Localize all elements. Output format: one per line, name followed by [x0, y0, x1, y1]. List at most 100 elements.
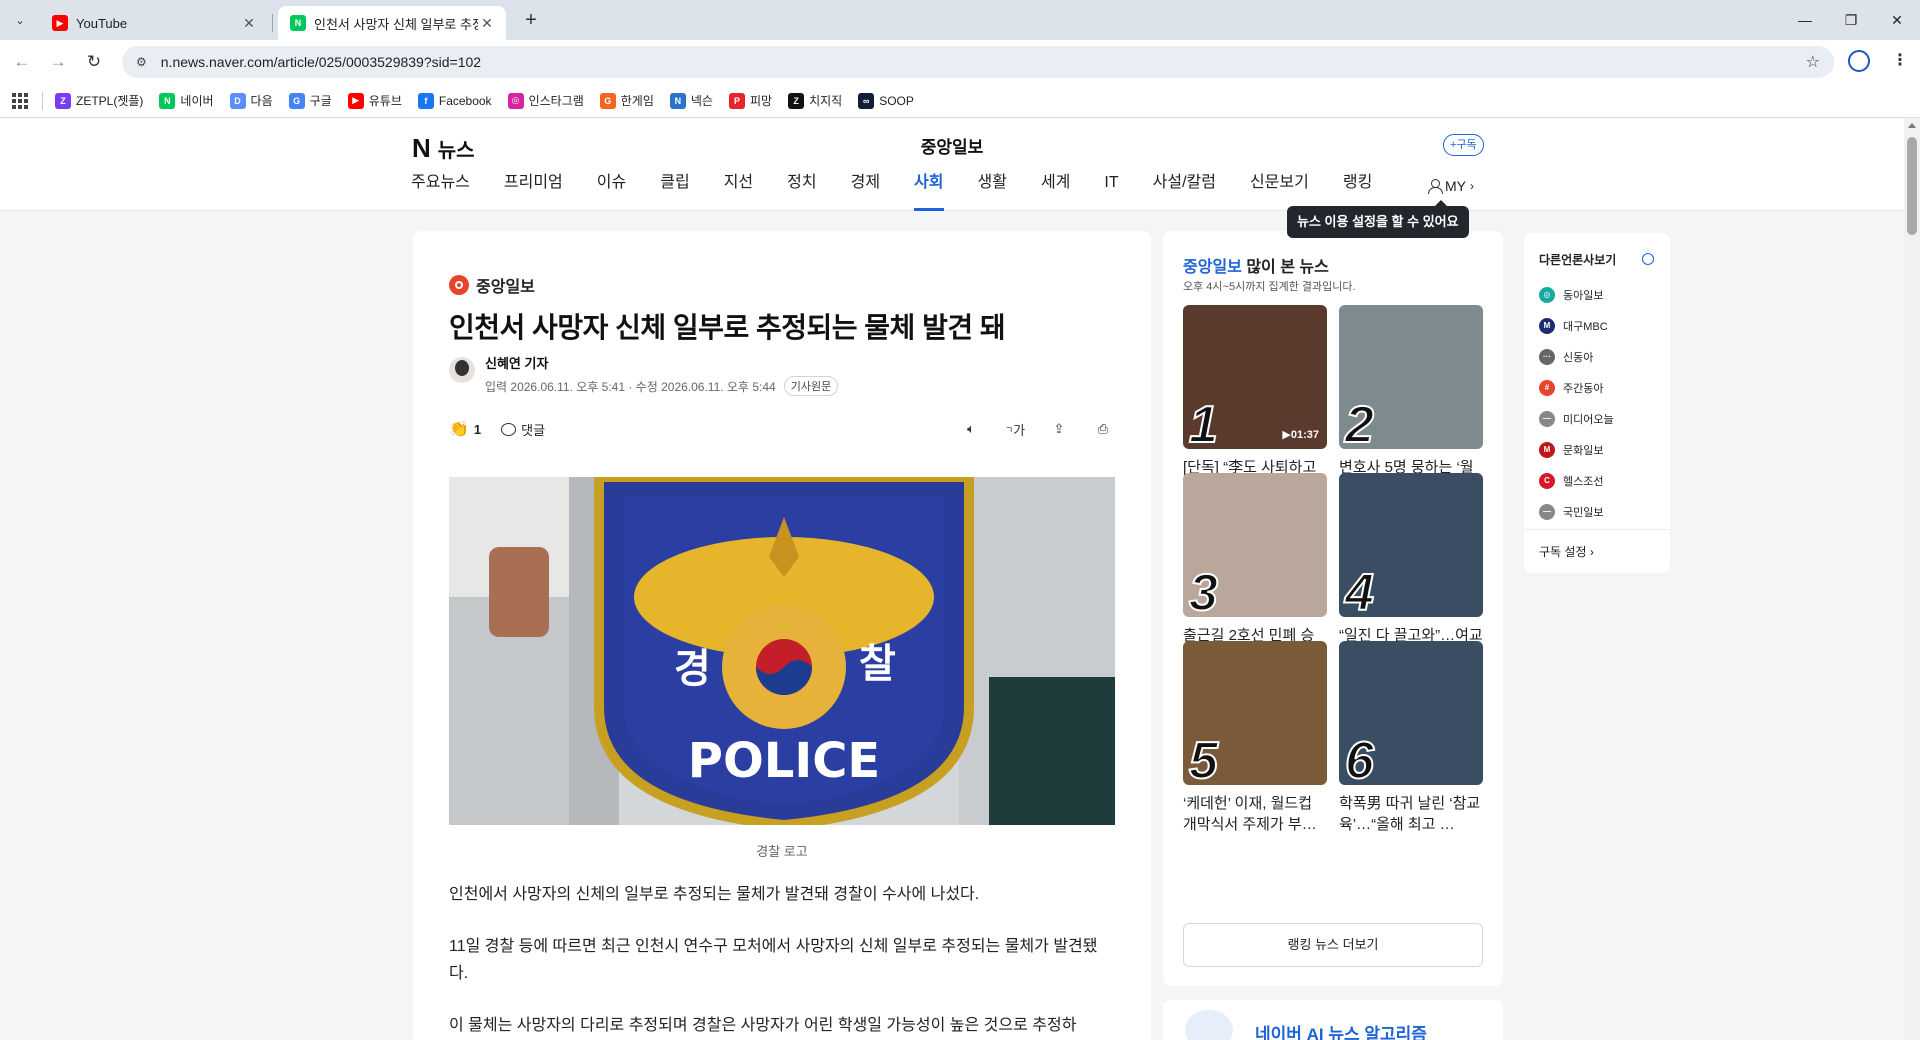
- minimize-button[interactable]: —: [1782, 0, 1828, 40]
- site-info-icon[interactable]: ⚙: [136, 55, 147, 69]
- nav-item[interactable]: 이슈: [597, 175, 626, 211]
- nav-item[interactable]: IT: [1104, 175, 1118, 211]
- ranking-thumbnail[interactable]: 3: [1183, 473, 1327, 617]
- byline: 신혜연 기자 입력 2026.06.11. 오후 5:41 · 수정 2026.…: [449, 353, 839, 396]
- other-press-item[interactable]: C 헬스조선: [1539, 465, 1614, 496]
- ranking-thumbnail[interactable]: 2: [1339, 305, 1483, 449]
- apps-grid-icon[interactable]: [12, 92, 28, 109]
- bookmark-item[interactable]: ▶ 유튜브: [347, 92, 402, 109]
- share-icon[interactable]: ⇪: [1047, 418, 1071, 440]
- print-icon[interactable]: ⎙: [1091, 418, 1115, 440]
- nav-item[interactable]: 프리미엄: [504, 175, 563, 211]
- tab-search-button[interactable]: ⌄: [8, 8, 32, 32]
- close-icon[interactable]: ✕: [240, 15, 258, 32]
- menu-icon[interactable]: ⋮: [1892, 50, 1908, 70]
- window-close-button[interactable]: ✕: [1874, 0, 1920, 40]
- ranking-title-rest: 많이 본 뉴스: [1241, 259, 1329, 276]
- nav-item[interactable]: 정치: [787, 175, 816, 211]
- nav-item[interactable]: 클립: [660, 175, 689, 211]
- ai-algorithm-banner[interactable]: 네이버 AI 뉴스 알고리즘: [1163, 1000, 1503, 1040]
- ranking-item[interactable]: 4“일진 다 끌고와”…여교사도 참교육한 엄…: [1339, 473, 1483, 667]
- page-scrollbar[interactable]: [1904, 119, 1920, 1040]
- press-logo-icon: C: [1539, 472, 1555, 489]
- profile-icon[interactable]: [1848, 50, 1870, 72]
- comment-button[interactable]: 댓글: [501, 420, 545, 439]
- naver-news-logo[interactable]: N 뉴스: [412, 133, 475, 164]
- nav-item[interactable]: 경제: [851, 175, 880, 211]
- photo-text-left: 경: [674, 646, 711, 692]
- back-button[interactable]: ←: [10, 50, 34, 74]
- bookmark-item[interactable]: G 구글: [288, 92, 332, 109]
- clap-icon: 👏: [449, 421, 469, 438]
- bookmark-item[interactable]: G 한게임: [599, 92, 654, 109]
- bookmark-label: 다음: [250, 94, 273, 108]
- ranking-headline[interactable]: ‘케데헌’ 이재, 월드컵 개막식서 주제가 부…: [1183, 793, 1327, 835]
- ranking-thumbnail[interactable]: 1 ▶01:37: [1183, 305, 1327, 449]
- ranking-item[interactable]: 3출근길 2호선 민폐 승객…바닥에 ‘벌러덩’…: [1183, 473, 1327, 667]
- nav-item[interactable]: 주요뉴스: [411, 175, 470, 211]
- other-press-name: 신동아: [1563, 351, 1594, 364]
- reload-button[interactable]: ↻: [82, 50, 106, 74]
- ranking-headline[interactable]: 학폭男 따귀 날린 ‘참교육’…“올해 최고 …: [1339, 793, 1483, 835]
- other-press-item[interactable]: ◎ 동아일보: [1539, 279, 1614, 310]
- ranking-item[interactable]: 1▶01:37[단독] “李도 사퇴하고 재선”…정청래 면…: [1183, 305, 1327, 499]
- press-link[interactable]: 중앙일보: [449, 273, 535, 297]
- reporter-avatar[interactable]: [449, 357, 475, 383]
- ranking-item[interactable]: 2변호사 5명 뭉하는 ‘월 100만원’ 일꾼에……: [1339, 305, 1483, 499]
- my-menu-button[interactable]: MY ›: [1428, 178, 1474, 194]
- nav-item[interactable]: 세계: [1041, 175, 1070, 211]
- other-press-item[interactable]: M 문화일보: [1539, 434, 1614, 465]
- forward-button[interactable]: →: [46, 50, 70, 74]
- scroll-thumb[interactable]: [1907, 137, 1917, 235]
- original-article-button[interactable]: 기사원문: [783, 376, 839, 396]
- bookmark-item[interactable]: f Facebook: [417, 92, 492, 109]
- article-photo[interactable]: 경 찰 POLICE: [449, 477, 1115, 825]
- other-press-item[interactable]: # 주간동아: [1539, 372, 1614, 403]
- bookmark-item[interactable]: N 네이버: [159, 92, 214, 109]
- toggle-icon[interactable]: [1642, 253, 1654, 265]
- bookmark-item[interactable]: P 피망: [728, 92, 772, 109]
- ranking-item[interactable]: 5 ‘케데헌’ 이재, 월드컵 개막식서 주제가 부…: [1183, 641, 1327, 835]
- like-button[interactable]: 👏 1: [449, 419, 481, 439]
- ranking-more-button[interactable]: 랭킹 뉴스 더보기: [1183, 923, 1483, 967]
- bookmark-item[interactable]: Z ZETPL(젯플): [55, 92, 143, 109]
- nav-item[interactable]: 사회: [914, 175, 944, 211]
- scroll-up-arrow-icon[interactable]: [1908, 123, 1916, 128]
- photo-text-right: 찰: [859, 641, 896, 687]
- bookmark-item[interactable]: ∞ SOOP: [858, 92, 914, 109]
- ranking-thumbnail[interactable]: 5: [1183, 641, 1327, 785]
- other-press-title: 다른언론사보기: [1539, 253, 1617, 267]
- tab-youtube[interactable]: ▶ YouTube ✕: [40, 6, 268, 40]
- other-press-item[interactable]: — 미디어오늘: [1539, 403, 1614, 434]
- new-tab-button[interactable]: +: [518, 8, 544, 34]
- article-headline: 인천서 사망자 신체 일부로 추정되는 물체 발견 돼: [449, 312, 1006, 343]
- subscribe-button[interactable]: +구독: [1443, 134, 1484, 156]
- press-title[interactable]: 중앙일보: [880, 133, 1024, 158]
- other-press-item[interactable]: ··· 신동아: [1539, 341, 1614, 372]
- restore-button[interactable]: ❐: [1828, 0, 1874, 40]
- font-size-button[interactable]: ㄱ가: [1003, 418, 1027, 440]
- speaker-icon[interactable]: 🔈︎: [959, 418, 983, 440]
- ranking-subtitle: 오후 4시~5시까지 집계한 결과입니다.: [1183, 281, 1356, 293]
- ranking-thumbnail[interactable]: 4: [1339, 473, 1483, 617]
- photo-caption: 경찰 로고: [756, 844, 808, 859]
- nav-item[interactable]: 생활: [978, 175, 1007, 211]
- nav-item[interactable]: 사설/칼럼: [1153, 175, 1216, 211]
- bookmark-item[interactable]: ◎ 인스타그램: [507, 92, 584, 109]
- ranking-item[interactable]: 6 학폭男 따귀 날린 ‘참교육’…“올해 최고 …: [1339, 641, 1483, 835]
- bookmark-label: 네이버: [180, 94, 214, 108]
- address-bar[interactable]: ⚙ n.news.naver.com/article/025/000352983…: [122, 46, 1834, 78]
- bookmark-star-icon[interactable]: ☆: [1806, 52, 1820, 72]
- bookmark-item[interactable]: Z 치지직: [788, 92, 842, 109]
- close-icon[interactable]: ✕: [478, 15, 496, 32]
- bookmark-item[interactable]: N 넥슨: [669, 92, 713, 109]
- reporter-name[interactable]: 신혜연 기자: [485, 353, 838, 372]
- ranking-thumbnail[interactable]: 6: [1339, 641, 1483, 785]
- other-press-item[interactable]: — 국민일보: [1539, 496, 1614, 527]
- nav-item[interactable]: 지선: [724, 175, 753, 211]
- tab-article[interactable]: N 인천서 사망자 신체 일부로 추정 ✕: [278, 6, 506, 40]
- other-press-item[interactable]: M 대구MBC: [1539, 310, 1614, 341]
- category-nav: 주요뉴스 프리미엄 이슈 클립 지선 정치 경제 사회 생활 세계 IT 사설/칼럼 신문보기 랭킹: [411, 175, 1406, 211]
- bookmark-item[interactable]: D 다음: [229, 92, 273, 109]
- subscription-settings-link[interactable]: 구독 설정 ›: [1539, 543, 1594, 560]
